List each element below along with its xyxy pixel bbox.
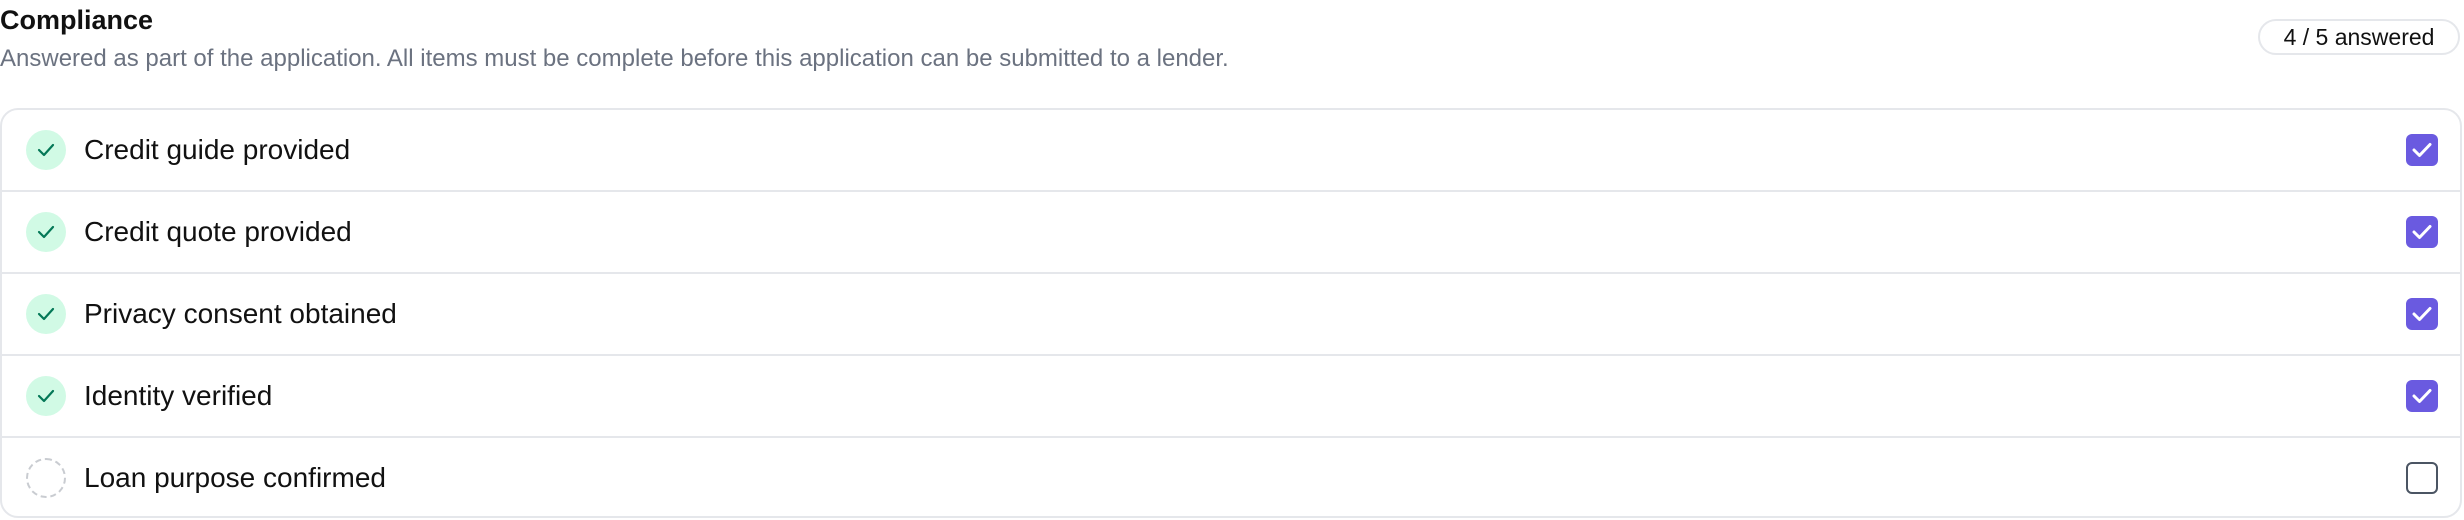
answered-count-badge: 4 / 5 answered (2258, 19, 2460, 55)
compliance-header: Compliance Answered as part of the appli… (0, 0, 2464, 100)
checklist-item-label: Credit quote provided (84, 216, 352, 247)
checklist-row-privacy-consent[interactable]: Privacy consent obtained (2, 274, 2460, 356)
complete-check-icon (26, 294, 66, 334)
complete-check-icon (26, 376, 66, 416)
complete-check-icon (26, 130, 66, 170)
credit-guide-checkbox[interactable] (2406, 134, 2438, 166)
pending-dashed-circle-icon (26, 458, 66, 498)
privacy-consent-checkbox[interactable] (2406, 298, 2438, 330)
compliance-checklist: Credit guide provided Credit quote provi… (0, 108, 2462, 518)
checklist-item-label: Identity verified (84, 380, 273, 411)
compliance-panel: Compliance Answered as part of the appli… (0, 0, 2464, 520)
checklist-item-label: Loan purpose confirmed (84, 462, 386, 493)
checklist-item-label: Privacy consent obtained (84, 298, 397, 329)
identity-verified-checkbox[interactable] (2406, 380, 2438, 412)
checklist-row-identity-verified[interactable]: Identity verified (2, 356, 2460, 438)
complete-check-icon (26, 212, 66, 252)
loan-purpose-checkbox[interactable] (2406, 462, 2438, 494)
checklist-row-credit-guide[interactable]: Credit guide provided (2, 110, 2460, 192)
checklist-item-label: Credit guide provided (84, 134, 351, 165)
checklist-row-credit-quote[interactable]: Credit quote provided (2, 192, 2460, 274)
checklist-row-loan-purpose[interactable]: Loan purpose confirmed (2, 438, 2460, 516)
section-description: Answered as part of the application. All… (0, 45, 1229, 72)
credit-quote-checkbox[interactable] (2406, 216, 2438, 248)
section-title: Compliance (0, 5, 154, 35)
